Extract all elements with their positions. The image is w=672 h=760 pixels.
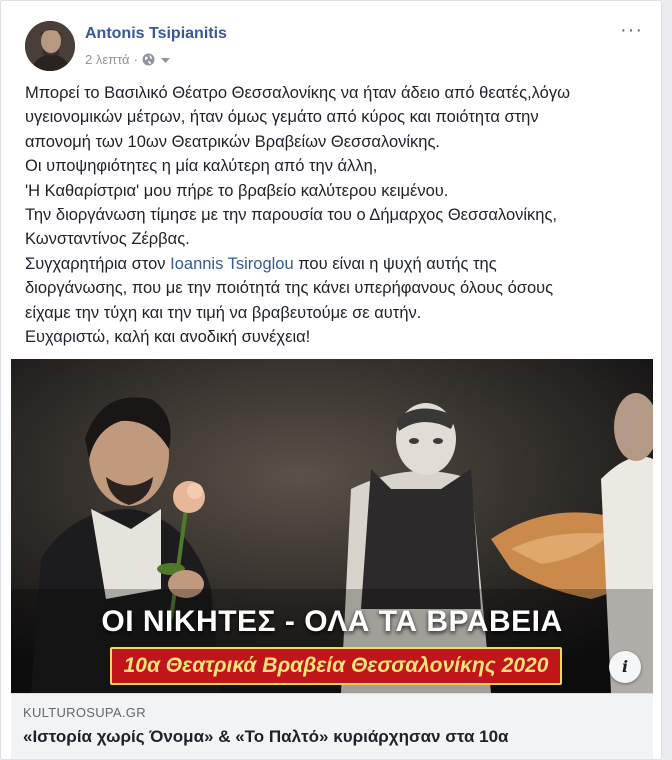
post-text-line: διοργάνωσης, που με την ποιότητά της κάν…: [25, 279, 554, 298]
link-title[interactable]: «Ιστορία χωρίς Όνομα» & «Το Παλτό» κυριά…: [23, 727, 643, 747]
author-name[interactable]: Antonis Tsipianitis: [85, 25, 227, 43]
mention-prefix: Συγχαρητήρια στον: [25, 254, 171, 273]
audience-chevron-down-icon[interactable]: [160, 52, 170, 67]
post-timestamp[interactable]: 2 λεπτά: [85, 52, 130, 67]
more-options-icon[interactable]: ···: [620, 19, 643, 42]
image-banner-title: ΟΙ ΝΙΚΗΤΕΣ - ΟΛΑ ΤΑ ΒΡΑΒΕΙΑ: [101, 605, 563, 638]
post-text-line: απονομή των 10ων Θεατρικών Βραβείων Θεσσ…: [25, 132, 441, 151]
meta-separator: ·: [133, 52, 138, 67]
post-text-line: Κωνσταντίνος Ζέρβας.: [25, 230, 190, 249]
post-text-line: υγειονομικών μέτρων, ήταν όμως γεμάτο απ…: [25, 108, 539, 127]
shared-image[interactable]: ΟΙ ΝΙΚΗΤΕΣ - ΟΛΑ ΤΑ ΒΡΑΒΕΙΑ 10α Θεατρικά…: [11, 359, 653, 693]
post-text-line: Οι υποψηφιότητες η μία καλύτερη από την …: [25, 157, 378, 176]
post-text-line: Μπορεί το Βασιλικό Θέατρο Θεσσαλονίκης ν…: [25, 84, 570, 102]
post-text-line: Ευχαριστώ, καλή και ανοδική συνέχεια!: [25, 328, 311, 347]
mention-link[interactable]: Ioannis Tsiroglou: [170, 255, 294, 273]
link-domain: KULTUROSUPA.GR: [23, 705, 146, 720]
post-text: Μπορεί το Βασιλικό Θέατρο Θεσσαλονίκης ν…: [25, 81, 645, 349]
post-text-line: είχαμε την τύχη και την τιμή να βραβευτο…: [25, 303, 422, 322]
post-text-line: Την διοργάνωση τίμησε με την παρουσία το…: [25, 206, 558, 225]
mention-suffix: που είναι η ψυχή αυτής της: [293, 254, 497, 273]
post-text-mention-line: Συγχαρητήρια στον Ioannis Tsiroglou που …: [25, 252, 645, 276]
post-text-line: 'Η Καθαρίστρια' μου πήρε το βραβείο καλύ…: [25, 181, 449, 200]
post-card: Antonis Tsipianitis 2 λεπτά · ··· Μπορεί…: [0, 0, 662, 760]
author-avatar[interactable]: [25, 21, 75, 71]
info-icon[interactable]: i: [609, 651, 641, 683]
theatre-photo: [11, 359, 653, 693]
post-meta: 2 λεπτά ·: [85, 52, 170, 67]
image-banner-subtitle: 10α Θεατρικά Βραβεία Θεσσαλονίκης 2020: [110, 647, 562, 685]
globe-icon[interactable]: [142, 53, 155, 66]
